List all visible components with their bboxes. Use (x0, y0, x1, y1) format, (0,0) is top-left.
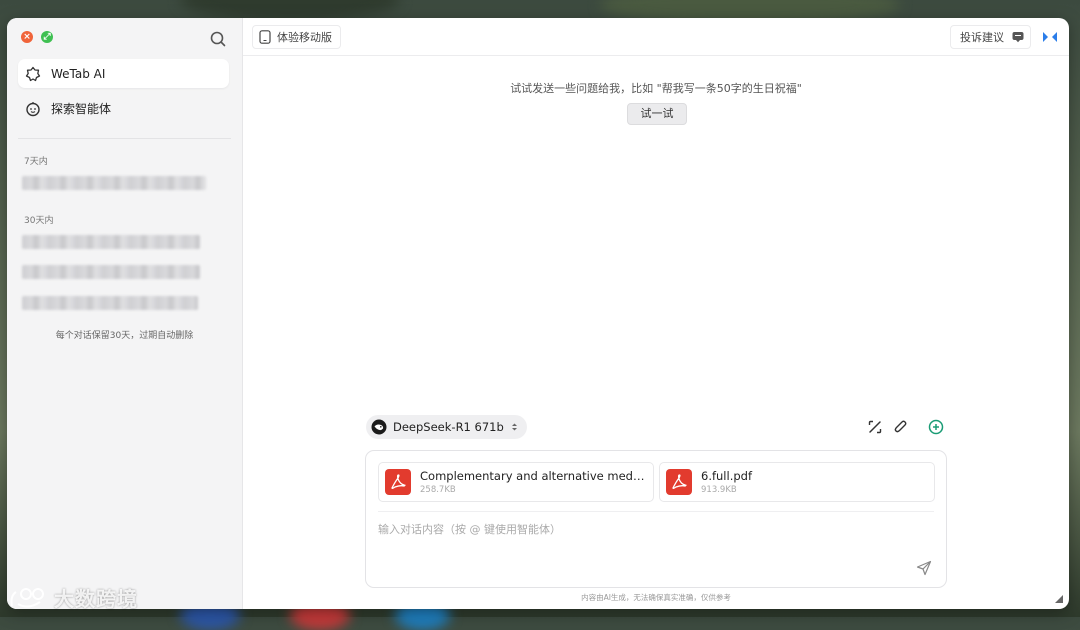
history-section-30days: 30天内 (24, 216, 54, 226)
history-section-7days: 7天内 (24, 157, 48, 167)
sidebar: × ⤢ WeTab AI 探索智能体 7天内 30天内 每个对话保留30天，过期… (7, 18, 243, 609)
app-window: × ⤢ WeTab AI 探索智能体 7天内 30天内 每个对话保留30天，过期… (7, 18, 1069, 609)
composer: Complementary and alternative medicine u… (365, 450, 947, 588)
window-controls: × ⤢ (21, 31, 53, 43)
sidebar-divider (18, 138, 231, 139)
message-input[interactable]: 输入对话内容（按 @ 键使用智能体） (378, 521, 561, 537)
close-window-button[interactable]: × (21, 31, 33, 43)
mobile-version-label: 体验移动版 (277, 31, 332, 44)
sidebar-item-label: 探索智能体 (51, 102, 112, 116)
try-it-button[interactable]: 试一试 (627, 103, 687, 125)
watermark: 大数跨境 (8, 583, 138, 612)
history-item-redacted[interactable] (22, 176, 206, 190)
file-info: Complementary and alternative medicine u… (420, 469, 646, 495)
file-info: 6.full.pdf 913.9KB (701, 469, 927, 495)
close-icon: × (23, 32, 31, 42)
chevron-updown-icon (511, 423, 517, 431)
new-chat-icon[interactable] (928, 419, 944, 435)
history-item-redacted[interactable] (22, 296, 198, 310)
deepseek-logo-icon (371, 419, 387, 435)
prompt-hint: 试试发送一些问题给我，比如 "帮我写一条50字的生日祝福" (510, 82, 802, 95)
message-icon (1012, 32, 1024, 43)
ai-logo-icon (25, 66, 41, 81)
percent-tool-icon[interactable] (867, 419, 883, 435)
collapse-panel-icon[interactable] (1042, 31, 1058, 43)
attachment-icon[interactable] (893, 419, 909, 435)
feedback-label: 投诉建议 (960, 31, 1004, 44)
retention-note: 每个对话保留30天，过期自动删除 (55, 331, 194, 341)
pdf-file-icon (666, 469, 692, 495)
model-selector[interactable]: DeepSeek-R1 671b (366, 415, 527, 439)
sidebar-item-label: WeTab AI (51, 66, 106, 81)
search-icon[interactable] (210, 31, 226, 47)
phone-icon (259, 30, 271, 44)
maximize-window-button[interactable]: ⤢ (41, 31, 53, 43)
watermark-logo-icon (10, 587, 44, 608)
model-name: DeepSeek-R1 671b (393, 420, 504, 434)
sidebar-item-wetab-ai[interactable]: WeTab AI (18, 59, 229, 88)
chat-main: 体验移动版 投诉建议 试试发送一些问题给我，比如 "帮我写一条50字的生日祝福"… (243, 18, 1069, 609)
history-item-redacted[interactable] (22, 235, 200, 249)
send-icon[interactable] (916, 560, 932, 576)
attached-file-card[interactable]: Complementary and alternative medicine u… (378, 462, 654, 502)
file-size: 258.7KB (420, 485, 456, 495)
sidebar-item-explore-agents[interactable]: 探索智能体 (18, 94, 229, 123)
ai-disclaimer: 内容由AI生成，无法确保真实准确，仅供参考 (581, 593, 731, 602)
pdf-file-icon (385, 469, 411, 495)
file-name: 6.full.pdf (701, 469, 753, 483)
maximize-icon: ⤢ (43, 32, 51, 42)
attached-file-card[interactable]: 6.full.pdf 913.9KB (659, 462, 935, 502)
resize-grip-icon[interactable] (1055, 595, 1063, 603)
history-item-redacted[interactable] (22, 265, 200, 279)
composer-divider (378, 511, 934, 512)
feedback-button[interactable]: 投诉建议 (950, 25, 1031, 49)
agent-icon (26, 101, 40, 116)
file-size: 913.9KB (701, 485, 737, 495)
mobile-version-button[interactable]: 体验移动版 (252, 25, 341, 49)
watermark-text: 大数跨境 (54, 587, 138, 611)
top-bar: 体验移动版 投诉建议 (243, 18, 1069, 56)
file-name: Complementary and alternative medicine u… (420, 469, 646, 483)
